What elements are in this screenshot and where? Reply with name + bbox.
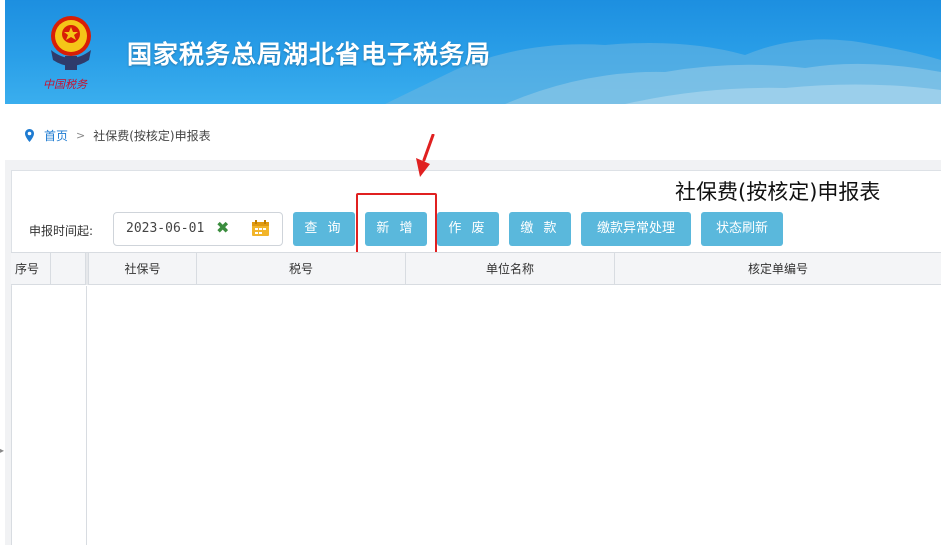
calendar-icon[interactable] (252, 220, 269, 236)
pay-button[interactable]: 缴 款 (509, 212, 571, 246)
date-value[interactable]: 2023-06-01 (126, 221, 204, 236)
column-header-seq: 序号 (11, 253, 51, 285)
breadcrumb-current: 社保费(按核定)申报表 (93, 128, 211, 143)
column-header-select (51, 253, 86, 285)
breadcrumb: 首页 > 社保费(按核定)申报表 (25, 126, 211, 144)
close-icon[interactable]: ✖ (216, 220, 229, 236)
query-button[interactable]: 查 询 (293, 212, 355, 246)
column-header-social-security-no[interactable]: 社保号 (89, 253, 197, 285)
column-header-unit-name[interactable]: 单位名称 (406, 253, 615, 285)
slogan: 中国税务 (43, 78, 87, 91)
location-pin-icon (25, 128, 34, 142)
date-label: 申报时间起: (29, 224, 94, 238)
column-header-tax-no[interactable]: 税号 (197, 253, 406, 285)
form-title: 社保费(按核定)申报表 (675, 180, 881, 204)
site-title: 国家税务总局湖北省电子税务局 (127, 40, 492, 69)
payment-exception-button[interactable]: 缴款异常处理 (581, 212, 691, 246)
table-header: 序号 社保号 税号 单位名称 核定单编号 (11, 252, 941, 285)
side-scroll-indicator[interactable]: ▸ (0, 446, 4, 455)
header-banner: 中国税务 国家税务总局湖北省电子税务局 (5, 0, 941, 104)
table-left-border (11, 286, 12, 545)
void-button[interactable]: 作 废 (437, 212, 499, 246)
data-table: 序号 社保号 税号 单位名称 核定单编号 (11, 252, 941, 545)
column-header-assessment-no[interactable]: 核定单编号 (615, 253, 941, 285)
breadcrumb-separator: > (76, 128, 86, 142)
breadcrumb-home-link[interactable]: 首页 (44, 127, 68, 144)
status-refresh-button[interactable]: 状态刷新 (701, 212, 783, 246)
table-column-divider (86, 286, 87, 545)
table-body (11, 286, 941, 545)
red-arrow-icon (416, 134, 435, 177)
tax-emblem-icon (51, 16, 91, 70)
